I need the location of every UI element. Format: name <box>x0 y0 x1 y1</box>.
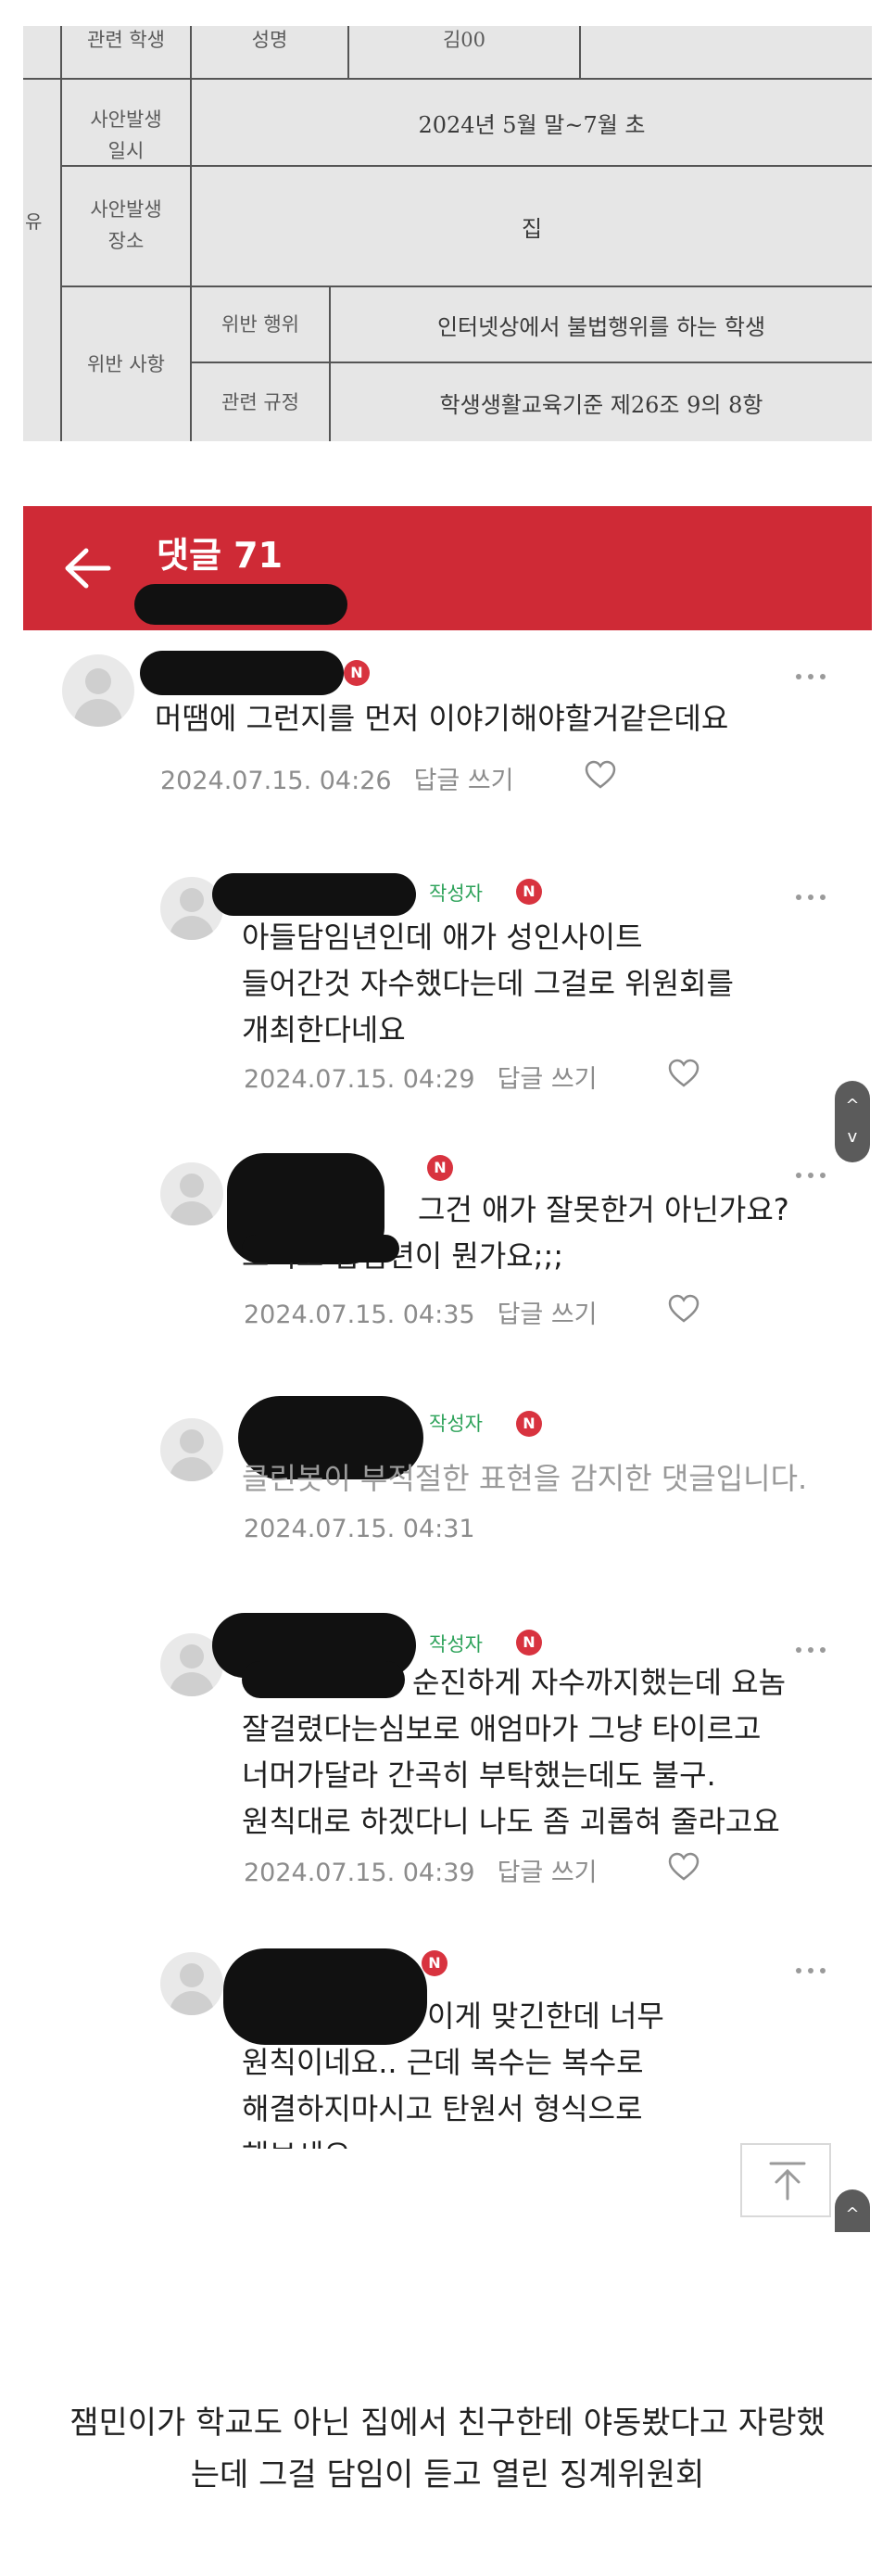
date-label: 사안발생 일시 <box>90 108 162 162</box>
caption-line: 잼민이가 학교도 아닌 집에서 친구한테 야동봤다고 자랑했 <box>69 2405 826 2442</box>
date-value: 2024년 5월 말~7월 초 <box>418 111 646 138</box>
name-label: 성명 <box>251 29 288 51</box>
reply-button[interactable]: 답글 쓰기 <box>498 1065 598 1094</box>
comment-text: 이게 맞긴한데 너무 원칙이네요.. 근데 복수는 복수로 해결하지마시고 탄원… <box>242 1999 664 2149</box>
more-options-icon[interactable] <box>796 1960 833 1973</box>
more-options-icon[interactable] <box>796 1639 833 1653</box>
scroll-down-icon[interactable]: v <box>835 1129 870 1146</box>
redaction-mark <box>242 1235 399 1263</box>
comment-date: 2024.07.15. 04:31 <box>244 1515 475 1543</box>
comment-date: 2024.07.15. 04:39 <box>244 1859 475 1887</box>
more-options-icon[interactable] <box>796 886 833 900</box>
rule-value: 학생생활교육기준 제26조 9의 8항 <box>439 391 763 418</box>
comment-text: 아들담임년인데 애가 성인사이트 들어간것 자수했다는데 그걸로 위원회를 개최… <box>242 920 734 1047</box>
comment-text: 머땜에 그런지를 먼저 이야기해야할거같은데요 <box>155 701 729 736</box>
arrow-up-icon <box>769 2162 806 2201</box>
redaction-mark <box>134 584 347 625</box>
scroll-control[interactable]: ^ v <box>835 1081 870 1162</box>
writer-badge: 작성자 <box>429 882 483 905</box>
new-badge: N <box>427 1155 453 1181</box>
comment-meta: 2024.07.15. 04:26 답글 쓰기 <box>160 760 514 796</box>
document-side-char: 유 <box>25 210 43 233</box>
reply-button[interactable]: 답글 쓰기 <box>414 767 514 795</box>
heart-icon[interactable] <box>668 1059 700 1088</box>
comment-text: 순진하게 자수까지했는데 요놈 잘걸렸다는심보로 애엄마가 그냥 타이르고 너머… <box>242 1665 787 1839</box>
comment-date: 2024.07.15. 04:35 <box>244 1301 475 1329</box>
heart-icon[interactable] <box>668 1852 700 1882</box>
avatar <box>62 654 134 727</box>
new-badge: N <box>422 1950 448 1976</box>
writer-badge: 작성자 <box>429 1633 483 1656</box>
new-badge: N <box>516 1630 542 1656</box>
comment-meta: 2024.07.15. 04:35 답글 쓰기 <box>244 1294 598 1330</box>
redaction-mark <box>212 873 416 916</box>
comments-screenshot: 댓글 71 r N 머땜에 그런지를 먼저 이야기해야할거같은데요 2024.0… <box>23 506 872 2232</box>
document-photo: 관련 학생 성명 김00 사안발생 일시 2024년 5월 말~7월 초 사안발… <box>23 26 872 441</box>
comment-item: 작성자 N 순진하게 자수까지했는데 요놈 잘걸렸다는심보로 애엄마가 그냥 타… <box>23 1609 872 1924</box>
comment-text-hidden: 클린봇이 부적절한 표현을 감지한 댓글입니다. <box>242 1461 808 1496</box>
comment-date: 2024.07.15. 04:29 <box>244 1065 475 1094</box>
rule-label: 관련 규정 <box>221 391 299 413</box>
avatar <box>160 1418 223 1481</box>
comment-meta: 2024.07.15. 04:31 <box>244 1515 475 1543</box>
student-label: 관련 학생 <box>87 29 165 51</box>
comment-meta: 2024.07.15. 04:39 답글 쓰기 <box>244 1852 598 1888</box>
back-arrow-icon[interactable] <box>60 545 112 591</box>
new-badge: N <box>516 1411 542 1437</box>
comment-text: 그건 애가 잘못한거 아닌가요? 그리고 담임년이 뭔가요;;; <box>242 1192 789 1274</box>
scroll-control[interactable]: ^ v <box>835 2189 870 2232</box>
name-value: 김00 <box>442 29 486 51</box>
more-options-icon[interactable] <box>796 1164 833 1178</box>
act-label: 위반 행위 <box>221 313 299 336</box>
app-header: 댓글 71 r <box>23 506 872 630</box>
act-value: 인터넷상에서 불법행위를 하는 학생 <box>436 313 766 340</box>
scroll-to-top-button[interactable] <box>740 2143 831 2217</box>
avatar <box>160 1162 223 1225</box>
reply-button[interactable]: 답글 쓰기 <box>498 1859 598 1887</box>
heart-icon[interactable] <box>668 1294 700 1324</box>
comment-item: N 그건 애가 잘못한거 아닌가요? 그리고 담임년이 뭔가요;;; 2024.… <box>23 1127 872 1392</box>
comment-meta: 2024.07.15. 04:29 답글 쓰기 <box>244 1059 598 1095</box>
place-value: 집 <box>521 215 543 242</box>
comment-item: 작성자 N 클린봇이 부적절한 표현을 감지한 댓글입니다. 2024.07.1… <box>23 1392 872 1609</box>
new-badge: N <box>516 879 542 905</box>
scroll-up-icon[interactable]: ^ <box>835 1098 870 1114</box>
comment-date: 2024.07.15. 04:26 <box>160 767 392 795</box>
caption-line: 는데 그걸 담임이 듣고 열린 징계위원회 <box>190 2456 705 2494</box>
reply-button[interactable]: 답글 쓰기 <box>498 1301 598 1329</box>
violation-label: 위반 사항 <box>87 353 165 375</box>
scroll-up-icon[interactable]: ^ <box>835 2206 870 2223</box>
page-title: 댓글 71 <box>157 535 284 576</box>
heart-icon[interactable] <box>585 760 616 790</box>
comment-item: N 머땜에 그런지를 먼저 이야기해야할거같은데요 2024.07.15. 04… <box>23 630 872 849</box>
document-table: 관련 학생 성명 김00 사안발생 일시 2024년 5월 말~7월 초 사안발… <box>23 26 872 441</box>
new-badge: N <box>344 660 370 686</box>
place-label: 사안발생 장소 <box>90 198 162 252</box>
more-options-icon[interactable] <box>796 666 833 679</box>
comment-item: 작성자 N 아들담임년인데 애가 성인사이트 들어간것 자수했다는데 그걸로 위… <box>23 849 872 1127</box>
writer-badge: 작성자 <box>429 1413 483 1435</box>
redaction-mark <box>140 651 344 695</box>
caption: 잼민이가 학교도 아닌 집에서 친구한테 야동봤다고 자랑했 는데 그걸 담임이… <box>0 2397 895 2501</box>
avatar <box>160 1952 223 2015</box>
